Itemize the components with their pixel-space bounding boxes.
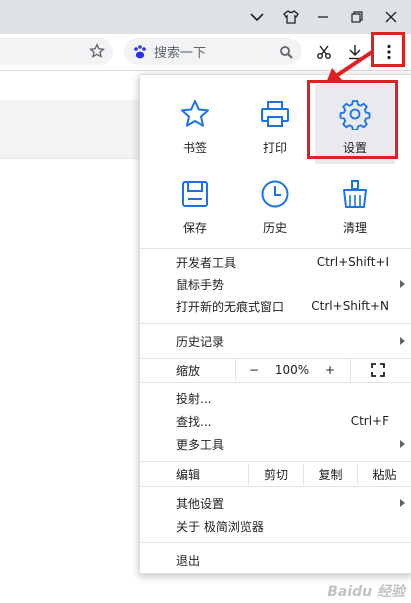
submenu-arrow-icon xyxy=(400,280,405,288)
submenu-arrow-icon xyxy=(400,499,405,507)
menu-item-label: 打开新的无痕式窗口 xyxy=(176,299,285,314)
shirt-icon[interactable] xyxy=(275,0,307,34)
menu-divider xyxy=(140,382,411,383)
menu-divider xyxy=(140,486,411,487)
menu-item-cast[interactable]: 投射... xyxy=(140,387,411,409)
paste-button[interactable]: 粘贴 xyxy=(358,463,411,485)
menu-item-label: 投射... xyxy=(176,391,212,406)
menu-print-button[interactable]: 打印 xyxy=(235,84,315,164)
chevron-down-icon[interactable] xyxy=(241,0,273,34)
menu-divider xyxy=(140,323,411,324)
menu-item-exit[interactable]: 退出 xyxy=(140,549,411,571)
cut-button[interactable]: 剪切 xyxy=(249,463,303,485)
minimize-icon[interactable] xyxy=(307,0,339,34)
menu-divider xyxy=(140,248,411,249)
fullscreen-icon[interactable] xyxy=(366,359,390,381)
menu-item-about[interactable]: 关于 极简浏览器 xyxy=(140,515,411,537)
submenu-arrow-icon xyxy=(400,337,405,345)
search-placeholder: 搜索一下 xyxy=(154,46,207,61)
annotation-arrow-icon xyxy=(326,50,374,83)
menu-item-label: 关于 极简浏览器 xyxy=(176,519,264,534)
search-icon[interactable] xyxy=(279,45,293,59)
menu-item-label: 鼠标手势 xyxy=(176,277,225,292)
zoom-label: 缩放 xyxy=(176,363,201,378)
menu-save-button[interactable]: 保存 xyxy=(155,164,235,244)
copy-button[interactable]: 复制 xyxy=(304,463,357,485)
submenu-arrow-icon xyxy=(400,440,405,448)
menu-item-label: 查找... xyxy=(176,414,212,429)
menu-bookmarks-button[interactable]: 书签 xyxy=(155,84,235,164)
baidu-paw-icon xyxy=(132,44,148,60)
menu-item-other-settings[interactable]: 其他设置 xyxy=(140,492,411,514)
menu-item-label: 其他设置 xyxy=(176,496,225,511)
zoom-level: 100% xyxy=(274,363,310,377)
menu-item-mouse-gestures[interactable]: 鼠标手势 xyxy=(140,273,411,295)
edit-row: 编辑 剪切 复制 粘贴 xyxy=(140,463,411,485)
menu-item-label: 历史记录 xyxy=(176,334,225,349)
menu-history-label: 历史 xyxy=(262,221,287,235)
close-icon[interactable] xyxy=(375,0,407,34)
search-box[interactable]: 搜索一下 xyxy=(124,38,302,65)
star-outline-icon xyxy=(179,98,211,130)
menu-item-incognito[interactable]: 打开新的无痕式窗口 Ctrl+Shift+N xyxy=(140,295,411,317)
menu-print-label: 打印 xyxy=(262,141,287,155)
zoom-divider xyxy=(350,359,351,381)
annotation-highlight-menu-button xyxy=(371,32,405,67)
menu-history-button[interactable]: 历史 xyxy=(235,164,315,244)
menu-item-shortcut: Ctrl+F xyxy=(350,414,389,428)
title-bar xyxy=(0,0,411,34)
menu-item-find[interactable]: 查找... Ctrl+F xyxy=(140,410,411,432)
menu-clean-label: 清理 xyxy=(342,221,367,235)
menu-item-shortcut: Ctrl+Shift+I xyxy=(316,255,389,269)
restore-icon[interactable] xyxy=(341,0,373,34)
menu-item-label: 退出 xyxy=(176,553,201,568)
menu-clean-button[interactable]: 清理 xyxy=(315,164,395,244)
broom-icon xyxy=(339,178,371,210)
zoom-in-button[interactable]: + xyxy=(318,359,342,381)
menu-item-label: 开发者工具 xyxy=(176,255,237,270)
clock-icon xyxy=(259,178,291,210)
watermark: Baidu 经验 xyxy=(327,584,405,600)
menu-save-label: 保存 xyxy=(182,221,207,235)
zoom-row: 缩放 − 100% + xyxy=(140,359,411,381)
menu-divider xyxy=(140,461,411,462)
printer-icon xyxy=(259,98,291,130)
star-icon[interactable] xyxy=(88,42,106,60)
menu-item-devtools[interactable]: 开发者工具 Ctrl+Shift+I xyxy=(140,251,411,273)
edit-label: 编辑 xyxy=(176,467,201,482)
menu-item-history[interactable]: 历史记录 xyxy=(140,330,411,352)
menu-item-more-tools[interactable]: 更多工具 xyxy=(140,433,411,455)
save-icon xyxy=(179,178,211,210)
zoom-out-button[interactable]: − xyxy=(242,359,266,381)
annotation-highlight-settings xyxy=(307,80,398,159)
menu-bookmarks-label: 书签 xyxy=(182,141,207,155)
menu-divider xyxy=(140,542,411,543)
zoom-divider xyxy=(235,359,236,381)
menu-item-label: 更多工具 xyxy=(176,437,225,452)
menu-item-shortcut: Ctrl+Shift+N xyxy=(311,299,389,313)
